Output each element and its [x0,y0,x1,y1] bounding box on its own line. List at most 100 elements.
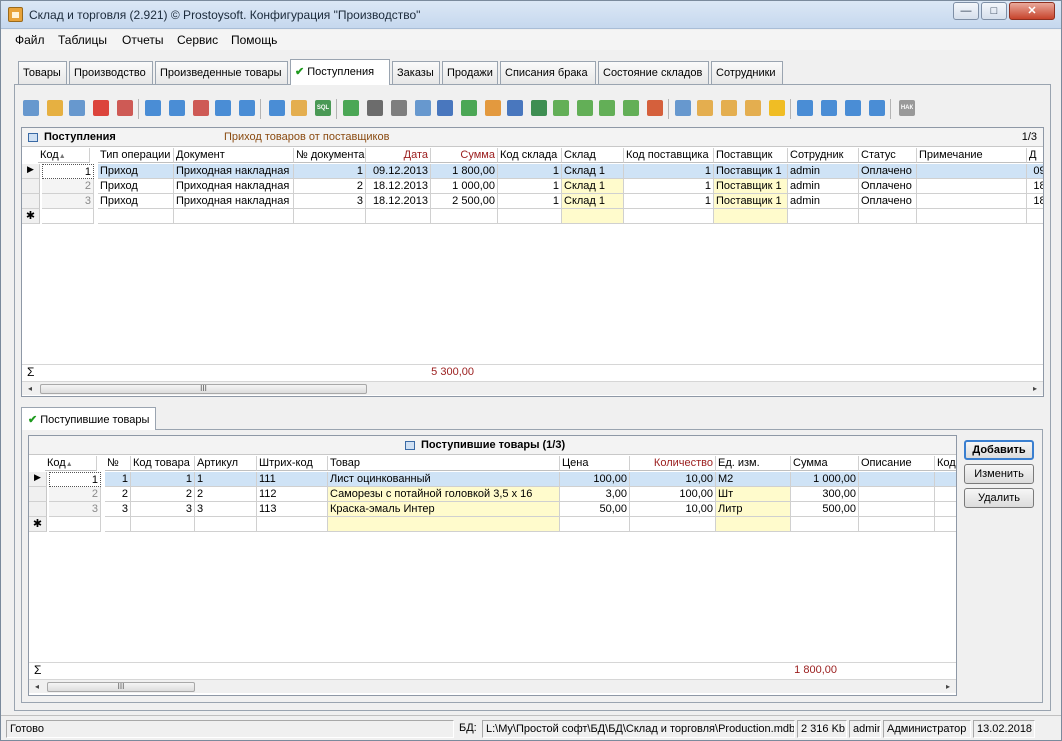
table-cell[interactable]: admin [788,194,859,209]
table-cell[interactable]: 3 [49,502,101,517]
delete-button[interactable]: Удалить [964,488,1034,508]
table-cell[interactable] [624,209,714,224]
table-cell[interactable]: M2 [716,472,791,487]
table-cell[interactable] [917,209,1027,224]
scroll-right-icon[interactable]: ▸ [942,680,954,694]
table-cell[interactable]: 3 [195,502,257,517]
table-cell[interactable]: 111 [257,472,328,487]
table-cell[interactable]: 18.12. [1027,179,1043,194]
table-cell[interactable]: 3 [42,194,94,209]
find-icon[interactable] [367,100,383,116]
tab-production[interactable]: Производство [69,61,153,84]
column-header[interactable]: Сотрудник [788,148,859,163]
table-cell[interactable]: 18.12. [1027,194,1043,209]
table-cell[interactable] [498,209,562,224]
table-cell[interactable] [859,487,935,502]
table-cell[interactable]: 113 [257,502,328,517]
column-header[interactable]: Сумма [431,148,498,163]
column-header[interactable]: Тип операции [98,148,174,163]
table-icon[interactable] [721,100,737,116]
row-indicator[interactable] [29,487,47,502]
column-header[interactable]: Код товара [131,456,195,471]
column-header[interactable]: Поставщик [714,148,788,163]
column-header[interactable]: Цена [560,456,630,471]
table-cell[interactable]: 2 [42,179,94,194]
export-dbf-icon[interactable] [623,100,639,116]
table-cell[interactable]: Приход [98,179,174,194]
tab-products[interactable]: Товары [18,61,67,84]
table-cell[interactable]: 100,00 [560,472,630,487]
tab-receipts[interactable]: ✔ Поступления [290,59,390,85]
table-cell[interactable] [431,209,498,224]
export-csv-icon[interactable] [553,100,569,116]
sort-icon[interactable] [269,100,285,116]
row-indicator[interactable]: ▶ [22,164,40,179]
column-header[interactable]: Статус [859,148,917,163]
table-cell[interactable] [174,209,294,224]
chart-icon[interactable] [647,100,663,116]
table-cell[interactable] [859,472,935,487]
table-cell[interactable]: 2 [49,487,101,502]
table-cell[interactable]: Саморезы с потайной головкой 3,5 х 16 [328,487,560,502]
table-cell[interactable]: Краска-эмаль Интер [328,502,560,517]
table-cell[interactable]: Литр [716,502,791,517]
filter-icon[interactable] [145,100,161,116]
export-doc-icon[interactable] [437,100,453,116]
table-cell[interactable]: 1 [498,179,562,194]
items-grid[interactable]: Поступившие товары (1/3) Код▲ № Код товара… [28,435,957,696]
row-indicator[interactable]: ▶ [29,472,47,487]
table-cell[interactable] [131,517,195,532]
scroll-thumb[interactable]: III [40,384,367,394]
table-cell[interactable] [935,502,956,517]
delete-icon[interactable] [93,100,109,116]
column-header[interactable]: Штрих-код [257,456,328,471]
table-cell[interactable] [560,517,630,532]
tab-warehouse-state[interactable]: Состояние складов [598,61,709,84]
next-record-icon[interactable] [845,100,861,116]
table-cell[interactable]: 10,00 [630,502,716,517]
preview-icon[interactable] [415,100,431,116]
table-cell[interactable]: 1 [498,194,562,209]
minimize-button[interactable]: — [953,2,979,20]
table-cell[interactable]: Поставщик 1 [714,194,788,209]
column-header[interactable]: Количество [630,456,716,471]
table-cell[interactable] [935,517,956,532]
report-icon[interactable] [675,100,691,116]
column-header[interactable]: № документа [294,148,366,163]
menu-help[interactable]: Помощь [231,33,277,47]
table-cell[interactable]: 2 [195,487,257,502]
column-header[interactable]: Ед. изм. [716,456,791,471]
filter-add-icon[interactable] [169,100,185,116]
table-cell[interactable] [257,517,328,532]
column-header[interactable]: Код склада [498,148,562,163]
table-cell[interactable]: admin [788,164,859,179]
column-header[interactable]: Примечание [917,148,1027,163]
add-button[interactable]: Добавить [964,440,1034,460]
table-cell[interactable]: Приходная накладная [174,179,294,194]
table-cell[interactable] [935,472,956,487]
table-cell[interactable] [859,502,935,517]
table-cell[interactable]: 1 [624,194,714,209]
table-cell[interactable]: 18.12.2013 [366,194,431,209]
row-indicator[interactable] [29,502,47,517]
tab-orders[interactable]: Заказы [392,61,440,84]
delete-all-icon[interactable] [117,100,133,116]
table-cell[interactable] [716,517,791,532]
export-word-icon[interactable] [507,100,523,116]
tab-produced-goods[interactable]: Произведенные товары [155,61,288,84]
table-cell[interactable]: Приход [98,164,174,179]
table-cell[interactable]: 3 [105,502,131,517]
table-cell[interactable]: Лист оцинкованный [328,472,560,487]
edit-button[interactable]: Изменить [964,464,1034,484]
table-cell[interactable]: 1 [131,472,195,487]
column-header[interactable]: Код поставщика [624,148,714,163]
table-cell[interactable]: 3 [131,502,195,517]
table-cell[interactable]: 1 [294,164,366,179]
table-cell[interactable]: 500,00 [791,502,859,517]
close-button[interactable]: ✕ [1009,2,1055,20]
table-cell[interactable]: 09.12.2013 [366,164,431,179]
table-cell[interactable] [294,209,366,224]
table-cell[interactable]: Приходная накладная [174,194,294,209]
scroll-thumb[interactable]: III [47,682,195,692]
table-cell[interactable]: Приходная накладная [174,164,294,179]
